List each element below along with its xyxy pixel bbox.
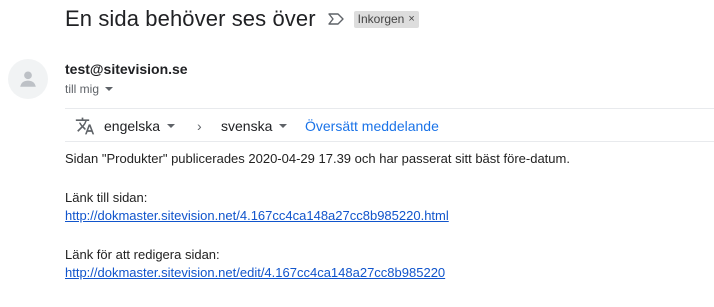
edit-link-label: Länk för att redigera sidan:: [65, 247, 220, 262]
chevron-down-icon: [167, 124, 176, 128]
recipient-label: till mig: [65, 82, 100, 96]
target-language-dropdown[interactable]: svenska: [221, 118, 288, 134]
label-chip-inbox: Inkorgen ×: [353, 10, 419, 28]
page-link-label: Länk till sidan:: [65, 190, 148, 205]
remove-label-icon[interactable]: ×: [408, 11, 414, 28]
source-language-label: engelska: [104, 118, 161, 134]
important-marker-icon[interactable]: [327, 13, 344, 25]
subject-row: En sida behöver ses över Inkorgen ×: [65, 4, 419, 34]
translate-message-link[interactable]: Översätt meddelande: [305, 118, 439, 134]
page-link[interactable]: http://dokmaster.sitevision.net/4.167cc4…: [65, 208, 449, 223]
edit-link[interactable]: http://dokmaster.sitevision.net/edit/4.1…: [65, 265, 445, 280]
body-line-published: Sidan "Produkter" publicerades 2020-04-2…: [65, 151, 570, 166]
target-language-label: svenska: [221, 118, 273, 134]
chevron-down-icon: [279, 124, 288, 128]
label-chip-text: Inkorgen: [357, 11, 405, 26]
source-language-dropdown[interactable]: engelska: [104, 118, 176, 134]
recipient-toggle[interactable]: till mig: [65, 82, 114, 96]
translate-bar: engelska › svenska Översätt meddelande: [65, 108, 714, 142]
email-subject: En sida behöver ses över: [65, 6, 316, 31]
arrow-right-icon: ›: [197, 118, 202, 134]
translate-icon: [75, 116, 95, 139]
chevron-down-icon: [105, 87, 114, 91]
sender-email[interactable]: test@sitevision.se: [65, 61, 188, 77]
person-icon: [20, 71, 36, 87]
sender-avatar: [8, 59, 48, 99]
